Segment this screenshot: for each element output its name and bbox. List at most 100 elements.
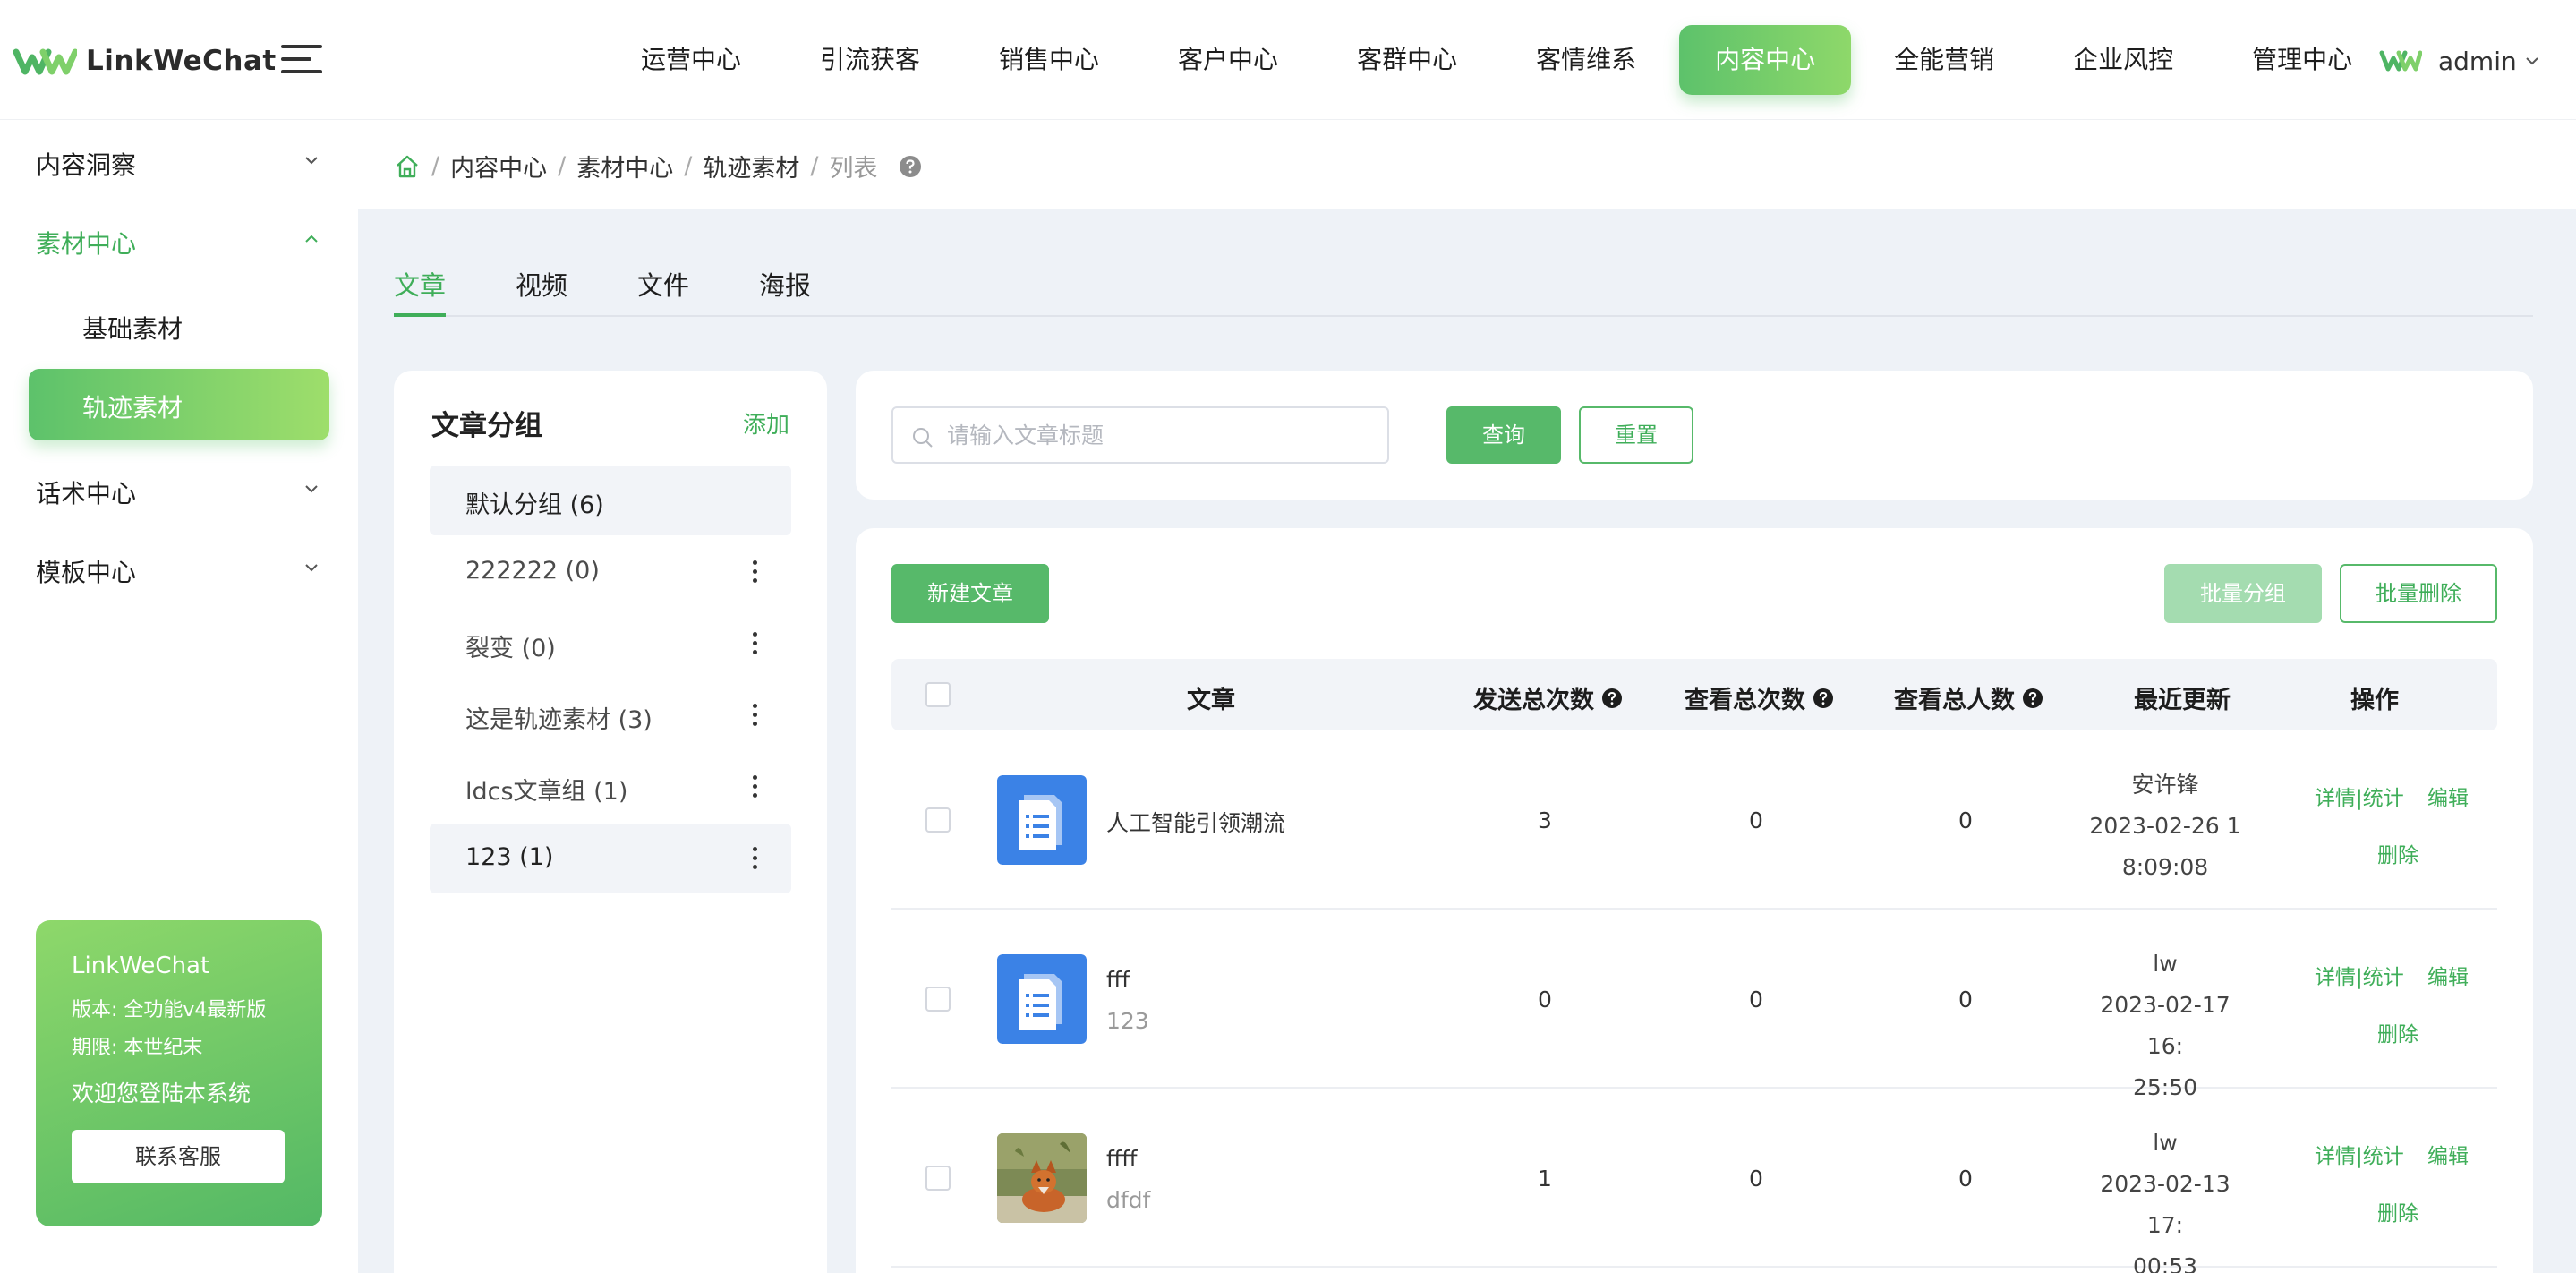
contact-support-button[interactable]: 联系客服 xyxy=(72,1130,285,1183)
group-name: 222222 (0) xyxy=(465,557,600,585)
query-button[interactable]: 查询 xyxy=(1446,406,1561,464)
row-checkbox[interactable] xyxy=(925,807,951,833)
nav-yunying[interactable]: 运营中心 xyxy=(605,25,777,95)
chevron-down-icon xyxy=(305,157,318,165)
column-label: 最近更新 xyxy=(2134,687,2231,714)
breadcrumb-item[interactable]: 素材中心 xyxy=(576,149,673,184)
edit-link[interactable]: 编辑 xyxy=(2427,1139,2469,1169)
top-bar: LinkWeChat 运营中心 引流获客 销售中心 客户中心 客群中心 客情维系… xyxy=(0,0,2576,120)
more-vertical-icon[interactable] xyxy=(750,702,759,729)
top-navigation: 运营中心 引流获客 销售中心 客户中心 客群中心 客情维系 内容中心 全能营销 … xyxy=(605,25,2395,95)
batch-group-button[interactable]: 批量分组 xyxy=(2164,564,2322,623)
group-item[interactable]: 这是轨迹素材 (3) xyxy=(430,680,791,750)
sidebar-item-content-insight[interactable]: 内容洞察 xyxy=(0,123,358,201)
group-item[interactable]: 默认分组 (6) xyxy=(430,466,791,535)
article-title[interactable]: ffff xyxy=(1106,1146,1137,1172)
column-label: 文章 xyxy=(1187,687,1235,714)
article-list-card: 新建文章 批量分组 批量删除 文章 发送总次数 查看总次数 查看总人数 最近更新… xyxy=(856,528,2533,1273)
nav-neirong[interactable]: 内容中心 xyxy=(1679,25,1852,95)
group-item[interactable]: 裂变 (0) xyxy=(430,609,791,679)
more-vertical-icon[interactable] xyxy=(750,773,759,800)
more-vertical-icon[interactable] xyxy=(750,845,759,872)
update-date: 2023-02-13 17: xyxy=(2100,1171,2231,1238)
table-row: fff 123 0 0 0 lw 2023-02-17 16: 25:50 详情… xyxy=(891,910,2497,1100)
group-item[interactable]: ldcs文章组 (1) xyxy=(430,752,791,822)
column-label: 发送总次数 xyxy=(1473,687,1594,714)
user-menu[interactable]: admin xyxy=(2379,36,2540,86)
sidebar-subitem-basic-material[interactable]: 基础素材 xyxy=(29,290,329,362)
tab-video[interactable]: 视频 xyxy=(516,265,567,317)
breadcrumb-separator: / xyxy=(431,152,440,180)
edit-link[interactable]: 编辑 xyxy=(2427,781,2469,811)
column-header-viewers: 查看总人数 xyxy=(1894,680,2043,715)
column-header-sent: 发送总次数 xyxy=(1473,680,1623,715)
sidebar-item-template-center[interactable]: 模板中心 xyxy=(0,530,358,609)
nav-keqing[interactable]: 客情维系 xyxy=(1500,25,1672,95)
help-icon[interactable] xyxy=(899,155,922,178)
sidebar-item-material-center[interactable]: 素材中心 xyxy=(0,201,358,280)
breadcrumb-item[interactable]: 内容中心 xyxy=(450,149,547,184)
sidebar-subitem-track-material[interactable]: 轨迹素材 xyxy=(29,369,329,440)
more-vertical-icon[interactable] xyxy=(750,630,759,657)
username: admin xyxy=(2438,46,2517,76)
nav-fengkong[interactable]: 企业风控 xyxy=(2037,25,2209,95)
add-group-button[interactable]: 添加 xyxy=(743,406,789,440)
promo-version: 版本: 全功能v4最新版 xyxy=(72,999,267,1021)
batch-delete-button[interactable]: 批量删除 xyxy=(2340,564,2497,623)
document-icon[interactable] xyxy=(997,954,1087,1044)
nav-kequn[interactable]: 客群中心 xyxy=(1321,25,1493,95)
menu-toggle-icon[interactable] xyxy=(281,45,322,75)
article-title[interactable]: 人工智能引领潮流 xyxy=(1106,806,1285,838)
nav-kehu[interactable]: 客户中心 xyxy=(1142,25,1314,95)
nav-guanli[interactable]: 管理中心 xyxy=(2216,25,2388,95)
delete-link[interactable]: 删除 xyxy=(2377,838,2418,868)
search-field[interactable] xyxy=(891,406,1389,464)
column-header-article: 文章 xyxy=(1187,680,1235,715)
delete-link[interactable]: 删除 xyxy=(2377,1017,2418,1047)
new-article-button[interactable]: 新建文章 xyxy=(891,564,1049,623)
view-count: 0 xyxy=(1749,987,1763,1012)
document-icon[interactable] xyxy=(997,775,1087,865)
updater-name: lw xyxy=(2153,951,2178,977)
article-title[interactable]: fff xyxy=(1106,967,1130,993)
delete-link[interactable]: 删除 xyxy=(2377,1196,2418,1226)
nav-yinliu[interactable]: 引流获客 xyxy=(784,25,956,95)
detail-stats-link[interactable]: 详情|统计 xyxy=(2315,781,2404,811)
select-all-checkbox[interactable] xyxy=(925,682,951,707)
nav-xiaoshou[interactable]: 销售中心 xyxy=(963,25,1135,95)
more-vertical-icon[interactable] xyxy=(750,559,759,585)
detail-stats-link[interactable]: 详情|统计 xyxy=(2315,1139,2404,1169)
update-time: 8:09:08 xyxy=(2121,854,2209,880)
chevron-down-icon xyxy=(305,485,318,493)
fox-photo-thumbnail[interactable] xyxy=(997,1133,1087,1223)
reset-button[interactable]: 重置 xyxy=(1579,406,1693,464)
question-icon[interactable] xyxy=(2022,688,2043,709)
column-label: 操作 xyxy=(2350,687,2399,714)
sidebar-item-label: 内容洞察 xyxy=(36,150,137,180)
group-item[interactable]: 123 (1) xyxy=(430,824,791,893)
tab-article[interactable]: 文章 xyxy=(394,265,447,317)
sent-count: 0 xyxy=(1538,987,1552,1012)
row-checkbox[interactable] xyxy=(925,1166,951,1191)
table-row: ffff dfdf 1 0 0 lw 2023-02-13 17: 00:53 … xyxy=(891,1089,2497,1273)
home-icon[interactable] xyxy=(394,153,421,180)
detail-stats-link[interactable]: 详情|统计 xyxy=(2315,960,2404,990)
user-avatar-icon xyxy=(2379,50,2422,72)
row-checkbox[interactable] xyxy=(925,987,951,1012)
sidebar-item-label: 素材中心 xyxy=(36,229,137,259)
view-count: 0 xyxy=(1749,1166,1763,1192)
promo-period: 期限: 本世纪末 xyxy=(72,1037,203,1059)
sent-count: 1 xyxy=(1538,1166,1552,1192)
edit-link[interactable]: 编辑 xyxy=(2427,960,2469,990)
group-item[interactable]: 222222 (0) xyxy=(430,537,791,607)
brand-logo[interactable]: LinkWeChat xyxy=(13,39,277,82)
question-icon[interactable] xyxy=(1601,688,1623,709)
search-input[interactable] xyxy=(947,417,1377,453)
sidebar-item-script-center[interactable]: 话术中心 xyxy=(0,451,358,530)
tab-poster[interactable]: 海报 xyxy=(759,265,811,317)
nav-quanneng[interactable]: 全能营销 xyxy=(1858,25,2030,95)
question-icon[interactable] xyxy=(1813,688,1834,709)
updater-name: lw xyxy=(2153,1130,2178,1156)
breadcrumb-item[interactable]: 轨迹素材 xyxy=(703,149,799,184)
tab-file[interactable]: 文件 xyxy=(637,265,689,317)
